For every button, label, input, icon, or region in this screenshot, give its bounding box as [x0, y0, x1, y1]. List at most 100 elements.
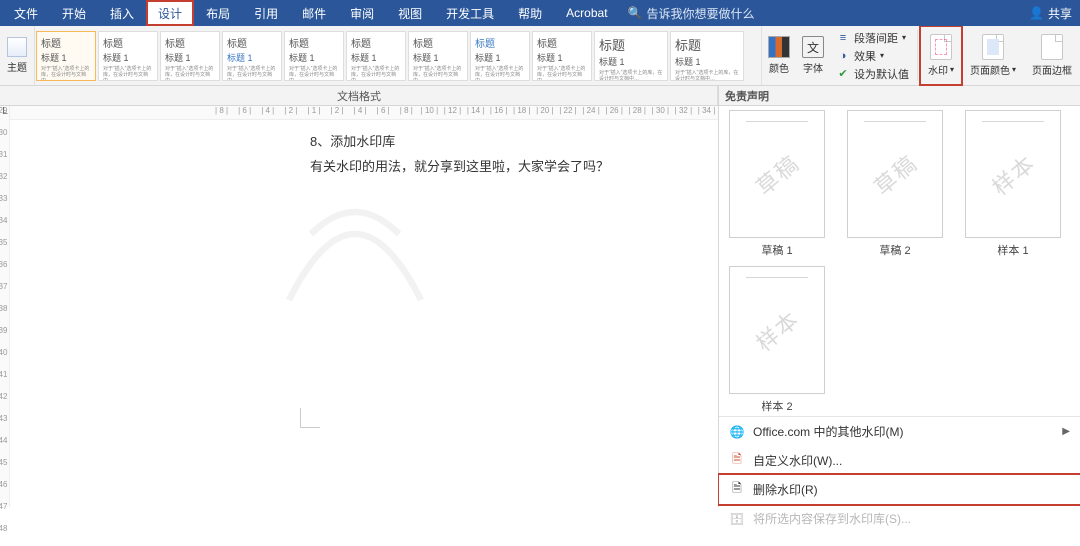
vertical-ruler: 2930313233343536373839404142434445464748 [0, 106, 10, 507]
document-content[interactable]: 8、添加水印库 有关水印的用法，就分享到这里啦，大家学会了吗？ [10, 124, 718, 507]
themes-icon [7, 37, 27, 57]
horizontal-ruler: | 8 || 6 || 4 || 2 || 1 || 2 || 4 || 6 |… [10, 106, 718, 120]
watermark-dropdown-panel: 草稿 草稿 1 草稿 草稿 2 样本 样本 1 样本 样本 2 🌐 Office… [718, 106, 1080, 507]
share-label: 共享 [1048, 5, 1072, 22]
page-color-button[interactable]: 页面颜色▾ [962, 26, 1024, 85]
ruler-corner: L [0, 106, 10, 120]
check-icon: ✔ [836, 67, 850, 81]
colors-button[interactable]: 颜色 [762, 26, 796, 85]
tab-dev[interactable]: 开发工具 [434, 0, 506, 26]
menu-save-to-gallery: 🗄 将所选内容保存到水印库(S)... [719, 504, 1080, 533]
cloud-icon: 🌐 [729, 424, 745, 440]
watermark-label: 水印 [928, 62, 948, 77]
tab-home[interactable]: 开始 [50, 0, 98, 26]
tab-review[interactable]: 审阅 [338, 0, 386, 26]
watermark-gallery: 草稿 草稿 1 草稿 草稿 2 样本 样本 1 样本 样本 2 [719, 106, 1080, 414]
share-icon: 👤 [1029, 6, 1044, 20]
tell-me-search[interactable]: 🔍 告诉我你想要做什么 [628, 0, 755, 26]
doc-format-label: 文档格式 [0, 86, 718, 105]
tab-view[interactable]: 视图 [386, 0, 434, 26]
ribbon-design: 主题 标题 标题 1 对于“插入”选项卡上的库，在设计时与文档中… 标题标题 1… [0, 26, 1080, 86]
page-icon: 🗎 [729, 453, 745, 469]
colors-icon [768, 36, 790, 58]
watermark-gallery-header: 免责声明 [718, 86, 1080, 105]
chevron-down-icon: ▾ [902, 33, 906, 42]
page-corner-mark [300, 408, 320, 428]
group-label-row: 文档格式 免责声明 [0, 86, 1080, 106]
remove-icon: 🗎 [729, 482, 745, 498]
fonts-icon: 文 [802, 36, 824, 58]
style-thumb[interactable]: 标题 标题 1 对于“插入”选项卡上的库，在设计时与文档中… [36, 31, 96, 81]
style-thumb[interactable]: 标题标题 1对于“插入”选项卡上的库，在设计时与文档中… [346, 31, 406, 81]
style-set-group: 标题 标题 1 对于“插入”选项卡上的库，在设计时与文档中… 标题标题 1对于“… [35, 26, 762, 85]
paragraph-options: ≡段落间距▾ ◑效果▾ ✔设为默认值 [830, 26, 915, 85]
doc-line: 8、添加水印库 [310, 130, 718, 155]
doc-line: 有关水印的用法，就分享到这里啦，大家学会了吗？ [310, 155, 718, 180]
main-area: 2930313233343536373839404142434445464748… [0, 106, 1080, 507]
set-default-button[interactable]: ✔设为默认值 [836, 65, 909, 83]
style-thumb[interactable]: 标题标题 1对于“插入”选项卡上的库，在设计时与文档中… [594, 31, 668, 81]
tab-mailings[interactable]: 邮件 [290, 0, 338, 26]
style-thumb[interactable]: 标题标题 1对于“插入”选项卡上的库，在设计时与文档中… [532, 31, 592, 81]
save-icon: 🗄 [729, 511, 745, 527]
watermark-caption: 样本 1 [997, 242, 1028, 258]
lines-icon: ≡ [836, 31, 850, 45]
paragraph-spacing[interactable]: ≡段落间距▾ [836, 29, 909, 47]
page-border-button[interactable]: 页面边框 [1024, 26, 1080, 85]
separator [917, 30, 918, 81]
fonts-label: 字体 [803, 60, 823, 75]
watermark-caption: 草稿 1 [761, 242, 792, 258]
watermark-menu: 🌐 Office.com 中的其他水印(M) ▶ 🗎 自定义水印(W)... 🗎… [719, 416, 1080, 533]
watermark-icon [930, 34, 952, 60]
watermark-caption: 样本 2 [761, 398, 792, 414]
watermark-caption: 草稿 2 [879, 242, 910, 258]
effects-button[interactable]: ◑效果▾ [836, 47, 909, 65]
tab-references[interactable]: 引用 [242, 0, 290, 26]
sparkle-icon: ◑ [836, 49, 850, 63]
tab-layout[interactable]: 布局 [194, 0, 242, 26]
tab-design[interactable]: 设计 [146, 0, 194, 26]
fonts-button[interactable]: 文 字体 [796, 26, 830, 85]
style-thumb-title: 标题 [41, 35, 91, 50]
menu-custom-watermark[interactable]: 🗎 自定义水印(W)... [719, 446, 1080, 475]
colors-label: 颜色 [769, 60, 789, 75]
search-icon: 🔍 [628, 6, 643, 20]
style-thumb[interactable]: 标题标题 1对于“插入”选项卡上的库，在设计时与文档中… [222, 31, 282, 81]
tab-insert[interactable]: 插入 [98, 0, 146, 26]
chevron-down-icon: ▾ [950, 65, 954, 74]
share-button[interactable]: 👤 共享 [1029, 0, 1072, 26]
menu-remove-watermark[interactable]: 🗎 删除水印(R) [719, 475, 1080, 504]
style-thumb[interactable]: 标题标题 1对于“插入”选项卡上的库，在设计时与文档中… [408, 31, 468, 81]
style-set-scroller[interactable]: 标题 标题 1 对于“插入”选项卡上的库，在设计时与文档中… 标题标题 1对于“… [35, 28, 745, 84]
tab-file[interactable]: 文件 [2, 0, 50, 26]
watermark-preset-draft1[interactable]: 草稿 草稿 1 [727, 110, 827, 258]
style-thumb-body: 对于“插入”选项卡上的库，在设计时与文档中… [41, 66, 91, 81]
themes-button[interactable]: 主题 [4, 37, 30, 74]
watermark-preset-draft2[interactable]: 草稿 草稿 2 [845, 110, 945, 258]
themes-group: 主题 [0, 26, 35, 85]
tell-me-label: 告诉我你想要做什么 [646, 5, 754, 22]
style-thumb-sub: 标题 1 [41, 51, 91, 64]
watermark-preset-sample1[interactable]: 样本 样本 1 [963, 110, 1063, 258]
tab-acrobat[interactable]: Acrobat [554, 0, 619, 26]
style-thumb[interactable]: 标题标题 1对于“插入”选项卡上的库，在设计时与文档中… [160, 31, 220, 81]
style-thumb[interactable]: 标题标题 1对于“插入”选项卡上的库，在设计时与文档中… [284, 31, 344, 81]
style-thumb[interactable]: 标题标题 1对于“插入”选项卡上的库，在设计时与文档中… [470, 31, 530, 81]
style-thumb[interactable]: 标题标题 1对于“插入”选项卡上的库，在设计时与文档中… [670, 31, 744, 81]
page-border-icon [1041, 34, 1063, 60]
watermark-button[interactable]: 水印▾ [920, 26, 962, 85]
menu-more-office[interactable]: 🌐 Office.com 中的其他水印(M) ▶ [719, 417, 1080, 446]
tab-help[interactable]: 帮助 [506, 0, 554, 26]
document-area[interactable]: L | 8 || 6 || 4 || 2 || 1 || 2 || 4 || 6… [10, 106, 718, 507]
chevron-down-icon: ▾ [1012, 65, 1016, 74]
page-color-label: 页面颜色 [970, 62, 1010, 77]
chevron-down-icon: ▾ [880, 51, 884, 60]
ribbon-right-group: 颜色 文 字体 ≡段落间距▾ ◑效果▾ ✔设为默认值 水印▾ 页面颜色▾ 页面边… [762, 26, 1080, 85]
page-color-icon [982, 34, 1004, 60]
watermark-preset-sample2[interactable]: 样本 样本 2 [727, 266, 827, 414]
style-thumb[interactable]: 标题标题 1对于“插入”选项卡上的库，在设计时与文档中… [98, 31, 158, 81]
chevron-right-icon: ▶ [1062, 426, 1070, 437]
ribbon-tabs: 文件 开始 插入 设计 布局 引用 邮件 审阅 视图 开发工具 帮助 Acrob… [0, 0, 1080, 26]
page-border-label: 页面边框 [1032, 62, 1072, 77]
themes-label: 主题 [7, 59, 27, 74]
